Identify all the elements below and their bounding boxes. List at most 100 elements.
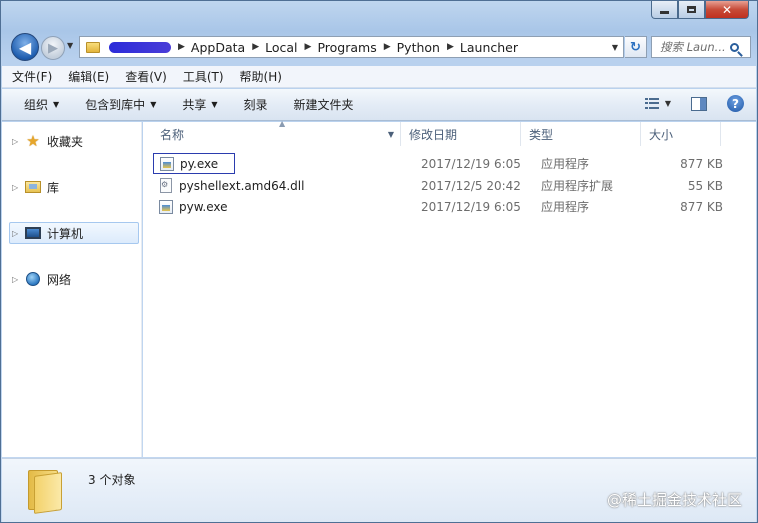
chevron-right-icon[interactable]: ▶	[447, 42, 454, 52]
organize-button[interactable]: 组织 ▼	[24, 96, 59, 113]
sidebar-item-favorites[interactable]: ▷ ★ 收藏夹	[10, 130, 140, 152]
sidebar-item-label: 库	[47, 180, 60, 195]
window-controls: ✕	[651, 1, 749, 21]
chevron-right-icon[interactable]: ▶	[384, 42, 391, 52]
expand-arrow-icon[interactable]: ▷	[12, 229, 22, 238]
sidebar-item-label: 收藏夹	[47, 134, 84, 149]
file-name-cell[interactable]: pyshellext.amd64.dll	[153, 175, 409, 196]
chevron-right-icon[interactable]: ▶	[305, 42, 312, 52]
file-name: pyshellext.amd64.dll	[179, 178, 305, 193]
file-type: 应用程序	[541, 200, 590, 214]
chevron-right-icon[interactable]: ▶	[178, 42, 185, 52]
sidebar-item-computer[interactable]: ▷ 计算机	[9, 222, 139, 244]
file-modified: 2017/12/19 6:05	[421, 199, 521, 214]
item-count: 3 个对象	[88, 473, 136, 487]
share-button[interactable]: 共享 ▼	[182, 96, 217, 113]
forward-button[interactable]: ▶	[41, 36, 65, 60]
details-pane: 3 个对象 @稀土掘金技术社区	[2, 458, 756, 522]
file-modified: 2017/12/19 6:05	[421, 156, 521, 171]
preview-pane-icon[interactable]	[691, 96, 707, 111]
chevron-down-icon: ▼	[53, 100, 60, 109]
file-size: 55 KB	[687, 178, 723, 193]
back-arrow-icon: ◀	[18, 37, 32, 57]
minimize-button[interactable]	[651, 1, 678, 19]
library-icon	[24, 179, 42, 195]
explorer-window: ✕ ◀ ▶ ▼ ▶ AppData ▶ Local ▶ Programs ▶ P…	[0, 0, 758, 523]
column-header-size[interactable]: 大小	[641, 122, 721, 146]
sidebar-item-network[interactable]: ▷ 网络	[10, 268, 140, 290]
maximize-button[interactable]	[678, 1, 705, 19]
file-modified: 2017/12/5 20:42	[421, 178, 521, 193]
minimize-icon	[660, 11, 669, 14]
redacted-path-segment	[109, 41, 171, 53]
address-bar[interactable]: ▶ AppData ▶ Local ▶ Programs ▶ Python ▶ …	[79, 36, 624, 58]
computer-icon	[24, 225, 42, 241]
file-size: 877 KB	[680, 156, 723, 171]
expand-arrow-icon[interactable]: ▷	[12, 183, 22, 192]
view-options-dropdown[interactable]: ▼	[665, 99, 671, 108]
file-size: 877 KB	[680, 199, 723, 214]
network-icon	[24, 271, 42, 287]
expand-arrow-icon[interactable]: ▷	[12, 137, 22, 146]
breadcrumb-appdata[interactable]: AppData	[191, 40, 245, 55]
organize-label: 组织	[24, 98, 49, 112]
address-history-dropdown[interactable]: ▼	[612, 43, 618, 52]
toolbar-right-group: ▼ ?	[644, 95, 744, 112]
exe-file-icon	[160, 156, 174, 171]
search-icon[interactable]	[730, 42, 739, 52]
sidebar-item-label: 网络	[47, 272, 72, 287]
file-row-pyw-exe[interactable]: pyw.exe 2017/12/19 6:05 应用程序 877 KB	[153, 196, 745, 217]
include-in-library-button[interactable]: 包含到库中 ▼	[85, 96, 156, 113]
column-filter-dropdown[interactable]: ▼	[388, 130, 394, 139]
burn-button[interactable]: 刻录	[244, 96, 268, 113]
chevron-right-icon[interactable]: ▶	[252, 42, 259, 52]
file-name: pyw.exe	[179, 199, 228, 214]
breadcrumb-local[interactable]: Local	[265, 40, 297, 55]
dll-file-icon	[160, 178, 172, 193]
column-header-name[interactable]: ▲ 名称 ▼	[143, 119, 401, 146]
help-icon[interactable]: ?	[727, 95, 744, 112]
sort-ascending-icon: ▲	[279, 119, 286, 128]
share-label: 共享	[182, 98, 207, 112]
menu-tools[interactable]: 工具(T)	[183, 68, 224, 85]
menu-file[interactable]: 文件(F)	[12, 68, 52, 85]
search-box[interactable]	[651, 36, 751, 58]
exe-file-icon	[159, 199, 173, 214]
close-icon: ✕	[721, 2, 733, 17]
navigation-pane: ▷ ★ 收藏夹 ▷ 库 ▷ 计算机 ▷ 网络	[2, 122, 142, 457]
menu-view[interactable]: 查看(V)	[125, 68, 167, 85]
file-name-cell[interactable]: py.exe	[153, 153, 235, 174]
menu-help[interactable]: 帮助(H)	[240, 68, 282, 85]
column-header-date[interactable]: 修改日期	[401, 122, 521, 146]
watermark-text: @稀土掘金技术社区	[606, 491, 742, 509]
navigation-bar: ◀ ▶ ▼ ▶ AppData ▶ Local ▶ Programs ▶ Pyt…	[9, 31, 751, 63]
refresh-icon: ↻	[630, 39, 641, 55]
view-options-icon[interactable]	[644, 97, 659, 110]
column-header-row: ▲ 名称 ▼ 修改日期 类型 大小	[143, 119, 735, 146]
menu-edit[interactable]: 编辑(E)	[68, 68, 109, 85]
expand-arrow-icon[interactable]: ▷	[12, 275, 22, 284]
file-row-py-exe[interactable]: py.exe 2017/12/19 6:05 应用程序 877 KB	[153, 153, 745, 174]
close-button[interactable]: ✕	[705, 1, 749, 19]
back-button[interactable]: ◀	[11, 33, 39, 61]
folder-icon	[86, 41, 100, 53]
breadcrumb-programs[interactable]: Programs	[317, 40, 376, 55]
maximize-icon	[687, 6, 696, 13]
sidebar-item-label: 计算机	[47, 226, 84, 241]
file-name-cell[interactable]: pyw.exe	[153, 196, 409, 217]
recent-pages-dropdown[interactable]: ▼	[67, 41, 73, 50]
column-header-label: 名称	[160, 127, 185, 142]
breadcrumb-python[interactable]: Python	[397, 40, 440, 55]
sidebar-item-libraries[interactable]: ▷ 库	[10, 176, 140, 198]
new-folder-button[interactable]: 新建文件夹	[294, 96, 354, 113]
file-row-pyshellext-dll[interactable]: pyshellext.amd64.dll 2017/12/5 20:42 应用程…	[153, 175, 745, 196]
breadcrumb-launcher[interactable]: Launcher	[460, 40, 518, 55]
refresh-button[interactable]: ↻	[625, 36, 647, 58]
star-icon: ★	[26, 132, 40, 150]
forward-arrow-icon: ▶	[48, 40, 58, 56]
chevron-down-icon: ▼	[211, 100, 218, 109]
column-header-type[interactable]: 类型	[521, 122, 641, 146]
file-type: 应用程序扩展	[541, 179, 614, 193]
file-list-pane: ▲ 名称 ▼ 修改日期 类型 大小 py.exe 2017/12/19 6:05…	[143, 119, 756, 457]
search-input[interactable]	[660, 40, 726, 54]
